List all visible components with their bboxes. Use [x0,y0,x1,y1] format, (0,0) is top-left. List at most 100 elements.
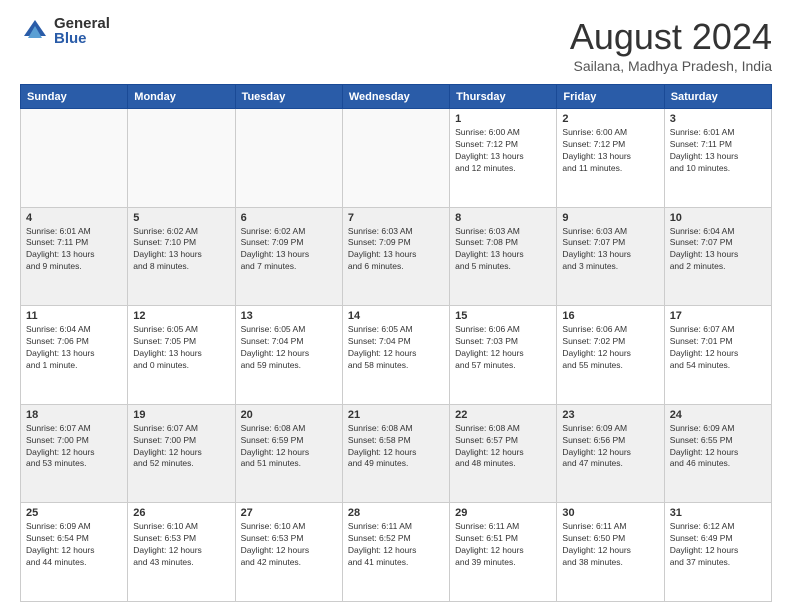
table-row: 20 Sunrise: 6:08 AM Sunset: 6:59 PM Dayli… [235,404,342,503]
day-number: 12 [133,310,229,322]
day-info: Sunrise: 6:09 AM Sunset: 6:56 PM Dayligh… [562,423,658,471]
table-row [342,109,449,208]
title-block: August 2024 Sailana, Madhya Pradesh, Ind… [570,16,772,74]
day-info: Sunrise: 6:10 AM Sunset: 6:53 PM Dayligh… [241,521,337,569]
day-info: Sunrise: 6:05 AM Sunset: 7:04 PM Dayligh… [348,324,444,372]
table-row: 29Sunrise: 6:11 AM Sunset: 6:51 PM Dayli… [450,503,557,602]
day-number: 3 [670,113,766,125]
calendar-week-row: 25 Sunrise: 6:09 AM Sunset: 6:54 PM Dayli… [21,503,772,602]
day-info: Sunrise: 6:12 AM Sunset: 6:49 PM Dayligh… [670,521,766,569]
day-number: 25 [26,507,122,519]
day-info: Sunrise: 6:07 AM Sunset: 7:00 PM Dayligh… [133,423,229,471]
table-row: 24 Sunrise: 6:09 AM Sunset: 6:55 PM Dayli… [664,404,771,503]
month-title: August 2024 [570,16,772,58]
day-number: 18 [26,409,122,421]
day-info: Sunrise: 6:09 AM Sunset: 6:55 PM Dayligh… [670,423,766,471]
day-info: Sunrise: 6:02 AM Sunset: 7:10 PM Dayligh… [133,226,229,274]
table-row: 5 Sunrise: 6:02 AM Sunset: 7:10 PM Daylig… [128,207,235,306]
day-number: 15 [455,310,551,322]
day-number: 21 [348,409,444,421]
day-info: Sunrise: 6:11 AM Sunset: 6:52 PM Dayligh… [348,521,444,569]
day-number: 30 [562,507,658,519]
day-number: 24 [670,409,766,421]
table-row: 3 Sunrise: 6:01 AM Sunset: 7:11 PM Daylig… [664,109,771,208]
table-row: 30 Sunrise: 6:11 AM Sunset: 6:50 PM Dayli… [557,503,664,602]
day-number: 10 [670,212,766,224]
day-info: Sunrise: 6:03 AM Sunset: 7:09 PM Dayligh… [348,226,444,274]
day-number: 5 [133,212,229,224]
day-number: 19 [133,409,229,421]
day-info: Sunrise: 6:06 AM Sunset: 7:02 PM Dayligh… [562,324,658,372]
table-row: 13 Sunrise: 6:05 AM Sunset: 7:04 PM Dayli… [235,306,342,405]
day-info: Sunrise: 6:06 AM Sunset: 7:03 PM Dayligh… [455,324,551,372]
day-info: Sunrise: 6:08 AM Sunset: 6:59 PM Dayligh… [241,423,337,471]
location-subtitle: Sailana, Madhya Pradesh, India [570,58,772,74]
calendar-table: Sunday Monday Tuesday Wednesday Thursday… [20,84,772,602]
day-info: Sunrise: 6:05 AM Sunset: 7:04 PM Dayligh… [241,324,337,372]
day-number: 17 [670,310,766,322]
day-number: 6 [241,212,337,224]
table-row [21,109,128,208]
table-row: 19 Sunrise: 6:07 AM Sunset: 7:00 PM Dayli… [128,404,235,503]
day-info: Sunrise: 6:01 AM Sunset: 7:11 PM Dayligh… [26,226,122,274]
calendar-week-row: 11Sunrise: 6:04 AM Sunset: 7:06 PM Dayli… [21,306,772,405]
header-wednesday: Wednesday [342,85,449,109]
table-row: 17Sunrise: 6:07 AM Sunset: 7:01 PM Dayli… [664,306,771,405]
table-row: 6 Sunrise: 6:02 AM Sunset: 7:09 PM Daylig… [235,207,342,306]
table-row: 16 Sunrise: 6:06 AM Sunset: 7:02 PM Dayli… [557,306,664,405]
table-row: 18 Sunrise: 6:07 AM Sunset: 7:00 PM Dayli… [21,404,128,503]
day-number: 16 [562,310,658,322]
logo-blue-label: Blue [54,31,110,46]
day-number: 20 [241,409,337,421]
day-info: Sunrise: 6:11 AM Sunset: 6:51 PM Dayligh… [455,521,551,569]
table-row: 27 Sunrise: 6:10 AM Sunset: 6:53 PM Dayli… [235,503,342,602]
calendar-week-row: 4 Sunrise: 6:01 AM Sunset: 7:11 PM Daylig… [21,207,772,306]
table-row [235,109,342,208]
table-row: 4 Sunrise: 6:01 AM Sunset: 7:11 PM Daylig… [21,207,128,306]
header-thursday: Thursday [450,85,557,109]
header-tuesday: Tuesday [235,85,342,109]
day-info: Sunrise: 6:03 AM Sunset: 7:08 PM Dayligh… [455,226,551,274]
table-row: 31 Sunrise: 6:12 AM Sunset: 6:49 PM Dayli… [664,503,771,602]
table-row [128,109,235,208]
header-saturday: Saturday [664,85,771,109]
day-number: 2 [562,113,658,125]
day-number: 4 [26,212,122,224]
table-row: 10Sunrise: 6:04 AM Sunset: 7:07 PM Dayli… [664,207,771,306]
day-number: 31 [670,507,766,519]
day-info: Sunrise: 6:01 AM Sunset: 7:11 PM Dayligh… [670,127,766,175]
page: General Blue August 2024 Sailana, Madhya… [0,0,792,612]
day-info: Sunrise: 6:02 AM Sunset: 7:09 PM Dayligh… [241,226,337,274]
weekday-header-row: Sunday Monday Tuesday Wednesday Thursday… [21,85,772,109]
table-row: 22 Sunrise: 6:08 AM Sunset: 6:57 PM Dayli… [450,404,557,503]
day-info: Sunrise: 6:00 AM Sunset: 7:12 PM Dayligh… [455,127,551,175]
day-info: Sunrise: 6:07 AM Sunset: 7:00 PM Dayligh… [26,423,122,471]
day-number: 27 [241,507,337,519]
day-number: 8 [455,212,551,224]
day-number: 14 [348,310,444,322]
day-number: 7 [348,212,444,224]
table-row: 21Sunrise: 6:08 AM Sunset: 6:58 PM Dayli… [342,404,449,503]
table-row: 7 Sunrise: 6:03 AM Sunset: 7:09 PM Daylig… [342,207,449,306]
day-number: 28 [348,507,444,519]
day-info: Sunrise: 6:08 AM Sunset: 6:57 PM Dayligh… [455,423,551,471]
day-info: Sunrise: 6:11 AM Sunset: 6:50 PM Dayligh… [562,521,658,569]
table-row: 25 Sunrise: 6:09 AM Sunset: 6:54 PM Dayli… [21,503,128,602]
day-number: 22 [455,409,551,421]
table-row: 28 Sunrise: 6:11 AM Sunset: 6:52 PM Dayli… [342,503,449,602]
logo-icon [20,16,50,46]
day-number: 9 [562,212,658,224]
table-row: 2 Sunrise: 6:00 AM Sunset: 7:12 PM Daylig… [557,109,664,208]
day-number: 13 [241,310,337,322]
header: General Blue August 2024 Sailana, Madhya… [20,16,772,74]
logo-general-label: General [54,16,110,31]
day-info: Sunrise: 6:10 AM Sunset: 6:53 PM Dayligh… [133,521,229,569]
day-number: 11 [26,310,122,322]
table-row: 15 Sunrise: 6:06 AM Sunset: 7:03 PM Dayli… [450,306,557,405]
day-info: Sunrise: 6:00 AM Sunset: 7:12 PM Dayligh… [562,127,658,175]
table-row: 1Sunrise: 6:00 AM Sunset: 7:12 PM Daylig… [450,109,557,208]
table-row: 9Sunrise: 6:03 AM Sunset: 7:07 PM Daylig… [557,207,664,306]
table-row: 12Sunrise: 6:05 AM Sunset: 7:05 PM Dayli… [128,306,235,405]
table-row: 23Sunrise: 6:09 AM Sunset: 6:56 PM Dayli… [557,404,664,503]
day-info: Sunrise: 6:09 AM Sunset: 6:54 PM Dayligh… [26,521,122,569]
